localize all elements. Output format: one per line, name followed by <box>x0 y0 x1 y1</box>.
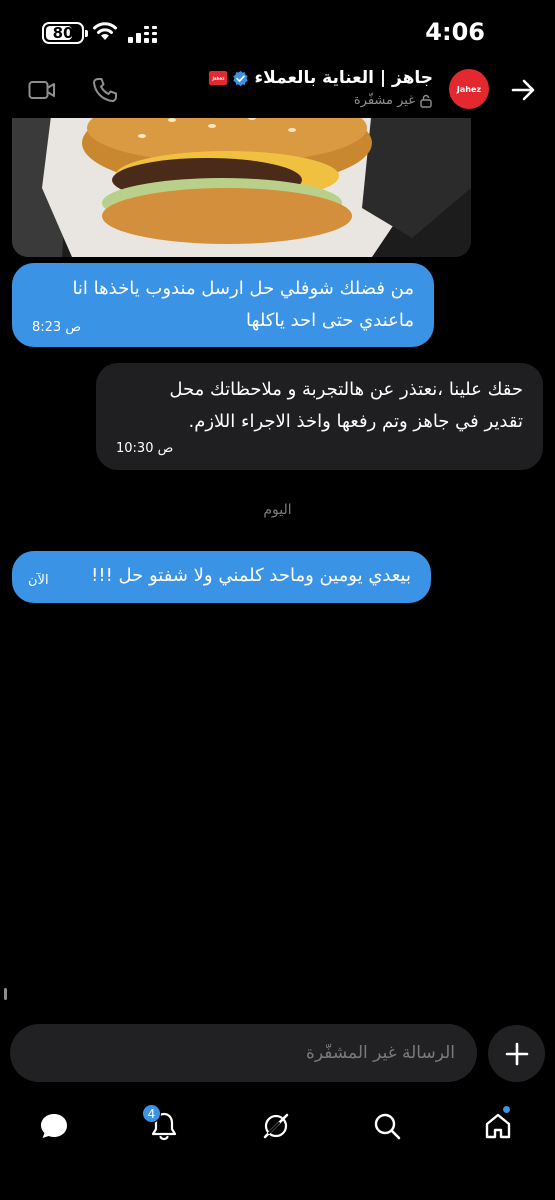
messages-icon <box>41 1114 67 1138</box>
back-arrow-icon[interactable] <box>509 76 537 104</box>
day-separator: اليوم <box>263 502 292 518</box>
encryption-status: غير مشفّرة <box>354 93 433 108</box>
message-time: 10:30 ص <box>116 441 174 456</box>
nav-grok[interactable] <box>256 1106 296 1146</box>
battery-icon: 80 <box>42 22 88 44</box>
wifi-icon <box>93 22 117 40</box>
bottom-nav: 4 <box>0 1092 555 1162</box>
incoming-message[interactable]: بيعدي يومين وماحد كلمني ولا شفتو حل !!! … <box>12 551 431 603</box>
avatar[interactable]: Jahez <box>449 69 489 109</box>
nav-home[interactable] <box>478 1106 518 1146</box>
nav-messages[interactable] <box>34 1106 74 1146</box>
search-icon <box>374 1113 401 1140</box>
status-time: 4:06 <box>425 18 485 46</box>
message-composer <box>0 1024 555 1084</box>
burger-photo-icon <box>12 118 471 257</box>
outgoing-message[interactable]: حقك علينا ،نعتذر عن هالتجربة و ملاحظاتك … <box>96 363 543 470</box>
chat-title-row[interactable]: جاهز | العناية بالعملاء Jahez <box>209 68 433 88</box>
message-input[interactable] <box>10 1024 477 1082</box>
grok-icon <box>263 1113 289 1139</box>
battery-percent: 80 <box>52 24 74 42</box>
nav-notifications[interactable]: 4 <box>142 1104 184 1146</box>
incoming-message[interactable]: من فضلك شوفلي حل ارسل مندوب ياخذها انا م… <box>12 263 434 347</box>
brand-badge: Jahez <box>209 71 228 85</box>
message-line: تقدير في جاهز وتم رفعها واخذ الاجراء الل… <box>188 411 524 432</box>
cellular-signal-icon <box>128 26 157 43</box>
message-text: من فضلك شوفلي حل ارسل مندوب ياخذها انا م… <box>72 273 414 337</box>
chat-messages: من فضلك شوفلي حل ارسل مندوب ياخذها انا م… <box>0 118 555 1018</box>
notifications-badge: 4 <box>142 1104 161 1123</box>
home-icon <box>485 1113 511 1139</box>
avatar-logo-text: Jahez <box>456 84 482 94</box>
add-attachment-button[interactable] <box>488 1025 545 1082</box>
brand-badge-text: Jahez <box>212 75 225 81</box>
phone-call-icon[interactable] <box>92 77 118 103</box>
message-text: حقك علينا ،نعتذر عن هالتجربة و ملاحظاتك … <box>169 374 523 438</box>
message-text: بيعدي يومين وماحد كلمني ولا شفتو حل !!! <box>91 560 411 592</box>
message-line: حقك علينا ،نعتذر عن هالتجربة و ملاحظاتك … <box>169 379 523 400</box>
message-line: ماعندي حتى احد ياكلها <box>246 310 414 331</box>
nav-search[interactable] <box>367 1106 407 1146</box>
unlock-icon <box>420 94 432 108</box>
video-call-icon[interactable] <box>28 78 56 102</box>
encryption-status-text: غير مشفّرة <box>353 93 415 108</box>
home-unread-dot <box>503 1106 510 1113</box>
chat-header: جاهز | العناية بالعملاء Jahez غير مشفّرة… <box>0 64 555 118</box>
scroll-indicator[interactable] <box>4 988 7 1000</box>
status-bar: 80 4:06 <box>0 0 555 64</box>
chat-title[interactable]: جاهز | العناية بالعملاء <box>254 68 433 88</box>
burger-photo-message[interactable] <box>12 118 471 257</box>
message-line: من فضلك شوفلي حل ارسل مندوب ياخذها انا <box>72 278 414 299</box>
message-time: الآن <box>28 573 49 588</box>
message-time: 8:23 ص <box>32 320 82 335</box>
plus-icon <box>505 1042 528 1065</box>
message-line: بيعدي يومين وماحد كلمني ولا شفتو حل !!! <box>91 565 411 586</box>
verified-badge-icon <box>233 70 249 86</box>
home-indicator <box>207 1149 348 1154</box>
